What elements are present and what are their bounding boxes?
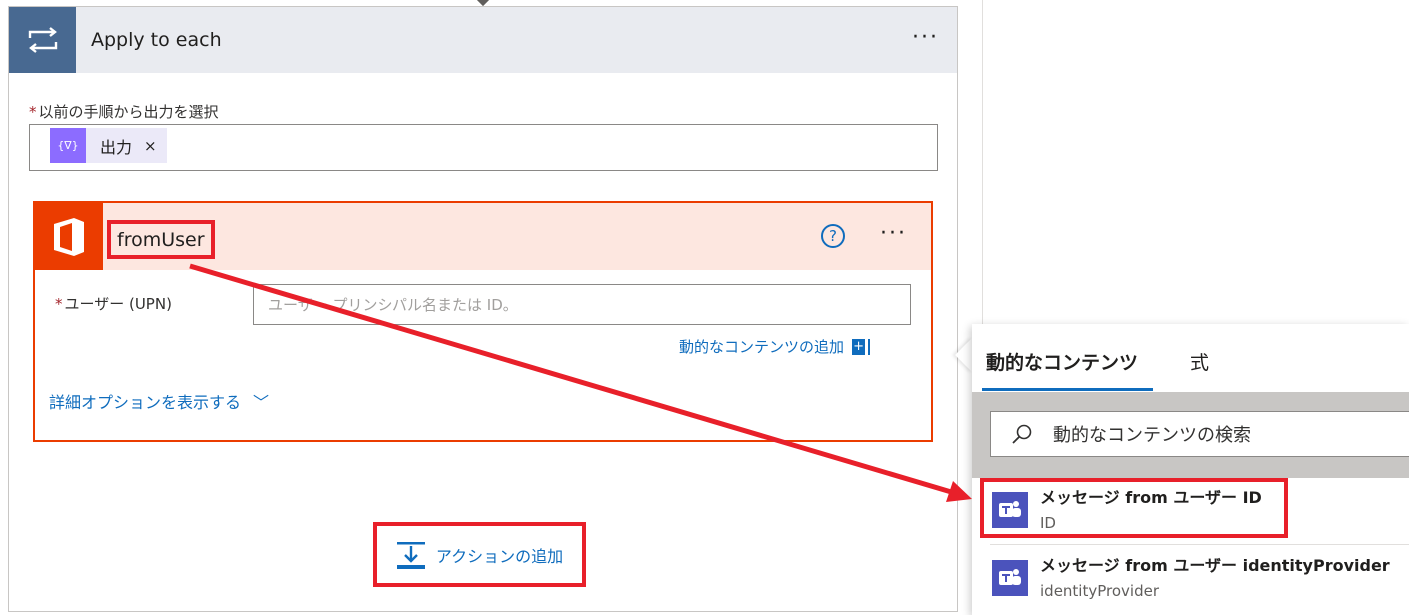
required-marker: *: [29, 103, 37, 121]
add-dynamic-content-plus-icon[interactable]: +: [852, 338, 869, 355]
help-icon[interactable]: ?: [821, 224, 845, 248]
search-area: 動的なコンテンツの検索: [972, 392, 1409, 478]
apply-to-each-header[interactable]: Apply to each ···: [9, 7, 957, 73]
insert-action-icon: [396, 541, 425, 569]
select-output-label: * 以前の手順から出力を選択: [29, 101, 219, 122]
upn-label-text: ユーザー (UPN): [64, 295, 172, 313]
from-user-action-card: fromUser ? ··· *ユーザー (UPN) 動的なコンテンツの追加 +…: [33, 201, 933, 442]
add-action-label: アクションの追加: [435, 546, 564, 566]
output-token-label: 出力: [100, 137, 133, 157]
teams-icon: [992, 560, 1028, 596]
tab-dynamic-content[interactable]: 動的なコンテンツ: [986, 348, 1138, 375]
dynamic-item-subtitle: identityProvider: [1040, 582, 1159, 600]
dynamic-content-search-input[interactable]: 動的なコンテンツの検索: [990, 411, 1409, 457]
remove-token-button[interactable]: ×: [144, 137, 157, 155]
dynamic-item-identity-provider[interactable]: メッセージ from ユーザー identityProvider identit…: [990, 552, 1409, 612]
upn-input[interactable]: [253, 284, 911, 325]
dynamic-content-panel: 動的なコンテンツ 式 動的なコンテンツの検索 メッセージ from ユーザー I…: [972, 324, 1409, 615]
apply-to-each-title: Apply to each: [91, 29, 222, 51]
active-tab-indicator: [982, 388, 1153, 391]
divider: [990, 544, 1409, 545]
show-advanced-options-link[interactable]: 詳細オプションを表示する ﹀: [49, 389, 269, 413]
search-placeholder: 動的なコンテンツの検索: [1053, 425, 1251, 446]
output-token[interactable]: {∇} 出力 ×: [50, 128, 167, 163]
dynamic-panel-tabs: 動的なコンテンツ 式: [972, 324, 1409, 392]
search-icon: [1012, 424, 1032, 444]
select-output-field[interactable]: {∇} 出力 ×: [29, 124, 938, 171]
office-logo-icon: [35, 203, 103, 270]
loop-more-options-button[interactable]: ···: [912, 25, 939, 50]
action-title[interactable]: fromUser: [107, 220, 215, 259]
add-dynamic-content-label: 動的なコンテンツの追加: [679, 338, 845, 356]
loop-arrows-icon: [9, 7, 76, 73]
advanced-options-label: 詳細オプションを表示する: [49, 393, 242, 412]
variable-icon: {∇}: [50, 128, 86, 163]
dynamic-item-text: メッセージ from ユーザー identityProvider identit…: [1040, 552, 1390, 600]
upn-label: * ユーザー (UPN): [55, 293, 172, 314]
highlight-box-user-id: [980, 478, 1288, 538]
add-dynamic-content-link[interactable]: 動的なコンテンツの追加 +: [679, 336, 869, 357]
from-user-action-header[interactable]: fromUser ? ···: [35, 203, 931, 270]
required-marker: *: [55, 295, 63, 313]
dynamic-item-title: メッセージ from ユーザー identityProvider: [1040, 556, 1390, 575]
chevron-down-icon: ﹀: [253, 393, 270, 412]
tab-expression[interactable]: 式: [1190, 348, 1209, 375]
select-output-label-text: 以前の手順から出力を選択: [38, 103, 219, 121]
action-more-options-button[interactable]: ···: [880, 221, 907, 246]
add-action-button[interactable]: アクションの追加: [373, 522, 586, 587]
